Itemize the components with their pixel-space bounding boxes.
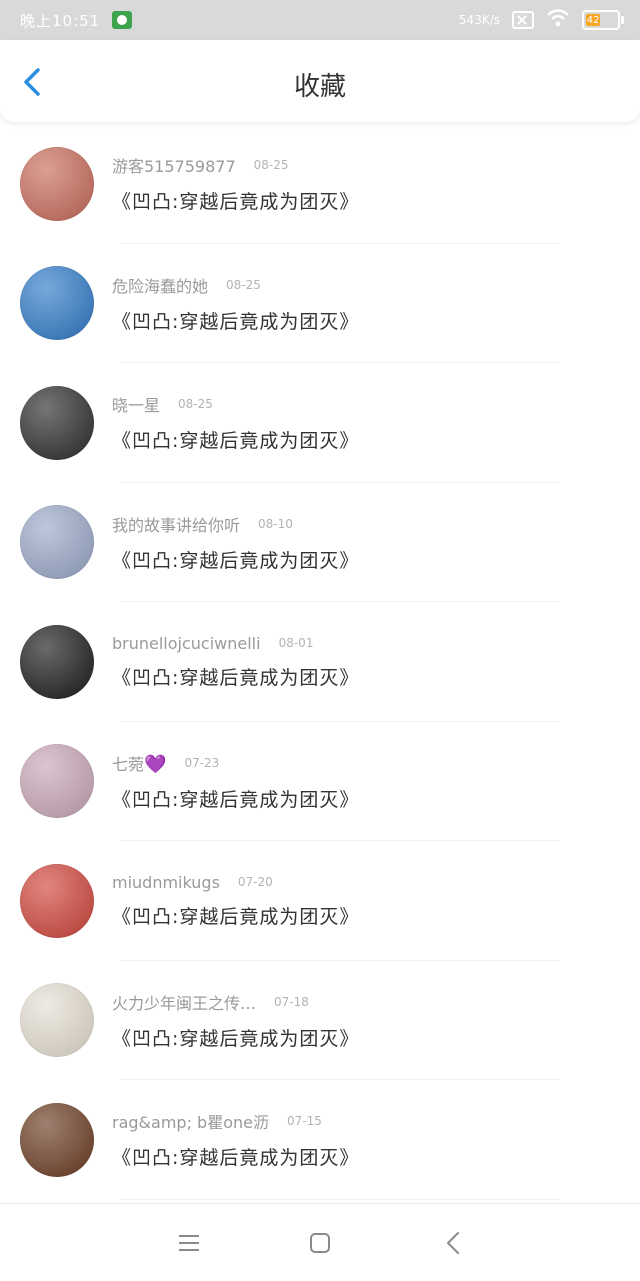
list-item[interactable]: 火力少年闽王之传… 07-18 《凹凸:穿越后竟成为团灭》	[0, 961, 640, 1081]
date: 07-20	[237, 875, 273, 890]
status-bar: 晚上10:51 543K/s 42	[0, 0, 640, 40]
status-right: 543K/s 42	[458, 0, 624, 40]
user-name: 我的故事讲给你听	[112, 515, 241, 535]
book-title: 《凹凸:穿越后竟成为团灭》	[112, 1027, 360, 1050]
triangle-back-icon	[447, 1232, 459, 1254]
menu-button[interactable]	[175, 1229, 203, 1257]
network-speed: 543K/s	[458, 13, 500, 27]
book-title: 《凹凸:穿越后竟成为团灭》	[112, 1147, 360, 1170]
user-name: 晓一星	[112, 396, 161, 416]
purple-heart-icon: 💜	[144, 753, 167, 775]
app-notification-icon	[112, 11, 133, 29]
date: 08-01	[278, 636, 314, 651]
book-title: 《凹凸:穿越后竟成为团灭》	[112, 549, 360, 572]
battery-icon: 42	[582, 10, 624, 30]
book-title: 《凹凸:穿越后竟成为团灭》	[112, 430, 360, 453]
list-item[interactable]: 晓一星 08-25 《凹凸:穿越后竟成为团灭》	[0, 363, 640, 483]
home-button[interactable]	[306, 1229, 334, 1257]
avatar	[20, 744, 94, 819]
date: 08-25	[178, 397, 213, 412]
user-name: 火力少年闽王之传…	[112, 993, 257, 1013]
date: 07-15	[286, 1114, 322, 1129]
list-item[interactable]: 我的故事讲给你听 08-10 《凹凸:穿越后竟成为团灭》	[0, 483, 640, 603]
status-time: 晚上10:51	[20, 11, 101, 30]
battery-level: 42	[586, 14, 601, 26]
header: 收藏	[0, 40, 640, 122]
avatar	[20, 624, 94, 699]
avatar	[20, 983, 94, 1058]
nav-back-button[interactable]	[440, 1229, 468, 1257]
avatar	[20, 863, 94, 938]
list-item[interactable]: brunellojcuciwnelli 08-01 《凹凸:穿越后竟成为团灭》	[0, 602, 640, 722]
list-item[interactable]: 游客515759877 08-25 《凹凸:穿越后竟成为团灭》	[0, 124, 640, 244]
user-name: 游客515759877	[112, 157, 236, 177]
user-name: rag&amp; b瞿one沥	[112, 1113, 269, 1133]
date: 08-10	[258, 516, 293, 531]
date: 08-25	[226, 277, 261, 292]
avatar	[20, 146, 94, 221]
wifi-icon	[546, 9, 570, 31]
user-name: 危险海蠢的她	[112, 276, 209, 296]
book-title: 《凹凸:穿越后竟成为团灭》	[112, 905, 360, 928]
user-name: miudnmikugs	[112, 872, 220, 892]
book-title: 《凹凸:穿越后竟成为团灭》	[112, 666, 360, 689]
list-item[interactable]: miudnmikugs 07-20 《凹凸:穿越后竟成为团灭》	[0, 841, 640, 961]
avatar	[20, 505, 94, 580]
book-title: 《凹凸:穿越后竟成为团灭》	[112, 191, 360, 214]
book-title: 《凹凸:穿越后竟成为团灭》	[112, 788, 360, 811]
page-title: 收藏	[293, 72, 346, 102]
list-item[interactable]: 七菀💜 07-23 《凹凸:穿越后竟成为团灭》	[0, 722, 640, 842]
date: 08-25	[253, 158, 289, 173]
list-item[interactable]: rag&amp; b瞿one沥 07-15 《凹凸:穿越后竟成为团灭》	[0, 1080, 640, 1200]
system-nav-bar	[0, 1203, 640, 1281]
date: 07-23	[184, 755, 220, 770]
avatar	[20, 266, 94, 341]
favorites-list: 游客515759877 08-25 《凹凸:穿越后竟成为团灭》 危险海蠢的她 0…	[0, 124, 640, 1200]
avatar	[20, 385, 94, 460]
sim-x-icon	[512, 11, 534, 29]
date: 07-18	[274, 994, 309, 1009]
menu-icon	[179, 1235, 199, 1251]
user-name: brunellojcuciwnelli	[112, 633, 261, 653]
list-item[interactable]: 危险海蠢的她 08-25 《凹凸:穿越后竟成为团灭》	[0, 244, 640, 364]
avatar	[20, 1102, 94, 1177]
square-home-icon	[310, 1233, 330, 1253]
user-name: 七菀	[112, 754, 145, 774]
book-title: 《凹凸:穿越后竟成为团灭》	[112, 310, 360, 333]
